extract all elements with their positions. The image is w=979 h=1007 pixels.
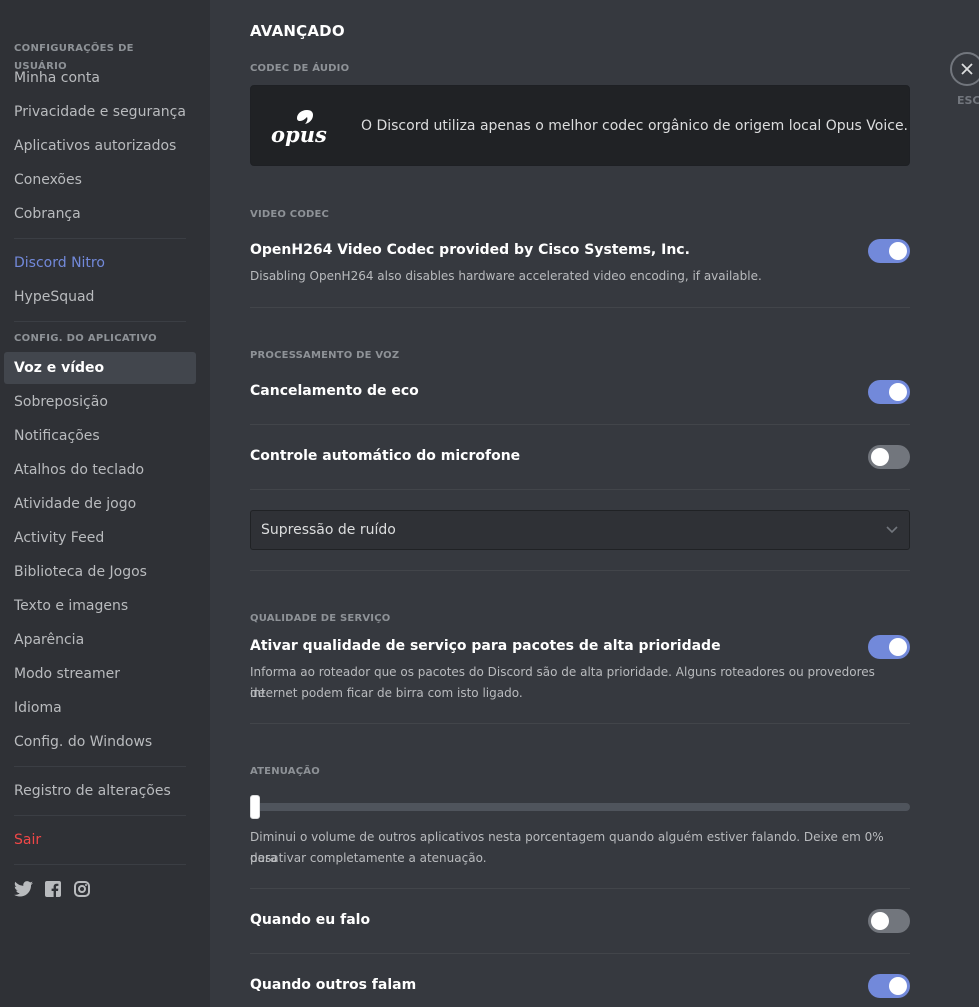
sidebar-item-game-activity[interactable]: Atividade de jogo bbox=[4, 488, 196, 520]
openh264-description: Disabling OpenH264 also disables hardwar… bbox=[250, 269, 762, 283]
when-i-speak-toggle[interactable] bbox=[868, 909, 910, 933]
sidebar-item-changelog[interactable]: Registro de alterações bbox=[4, 775, 196, 807]
sidebar-item-language[interactable]: Idioma bbox=[4, 692, 196, 724]
opus-description: O Discord utiliza apenas o melhor codec … bbox=[361, 117, 909, 134]
when-others-speak-label: Quando outros falam bbox=[250, 977, 417, 993]
sidebar-separator bbox=[14, 815, 186, 816]
voice-processing-header: PROCESSAMENTO DE VOZ bbox=[250, 350, 400, 361]
noise-suppression-select[interactable]: Supressão de ruído bbox=[250, 510, 910, 550]
echo-cancellation-toggle[interactable] bbox=[868, 380, 910, 404]
sidebar-item-hypesquad[interactable]: HypeSquad bbox=[4, 281, 196, 313]
close-esc-label: ESC bbox=[957, 94, 979, 107]
auto-gain-label: Controle automático do microfone bbox=[250, 448, 521, 464]
qos-title: Ativar qualidade de serviço para pacotes… bbox=[250, 638, 721, 654]
opus-logo-icon: opus bbox=[271, 109, 327, 146]
when-others-speak-toggle[interactable] bbox=[868, 974, 910, 998]
sidebar-item-connections[interactable]: Conexões bbox=[4, 164, 196, 196]
attenuation-slider-track[interactable] bbox=[250, 803, 910, 811]
openh264-toggle[interactable] bbox=[868, 239, 910, 263]
section-divider bbox=[250, 307, 910, 308]
audio-codec-header: CODEC DE ÁUDIO bbox=[250, 63, 350, 74]
qos-toggle[interactable] bbox=[868, 635, 910, 659]
sidebar-item-appearance[interactable]: Aparência bbox=[4, 624, 196, 656]
openh264-title: OpenH264 Video Codec provided by Cisco S… bbox=[250, 242, 690, 258]
settings-sidebar: CONFIGURAÇÕES DE USUÁRIO Minha conta Pri… bbox=[0, 0, 210, 1007]
section-divider bbox=[250, 570, 910, 571]
sidebar-item-windows-settings[interactable]: Config. do Windows bbox=[4, 726, 196, 758]
section-divider bbox=[250, 723, 910, 724]
noise-suppression-value: Supressão de ruído bbox=[261, 522, 396, 538]
twitter-icon[interactable] bbox=[14, 879, 33, 898]
sidebar-item-discord-nitro[interactable]: Discord Nitro bbox=[4, 247, 196, 279]
sidebar-separator bbox=[14, 766, 186, 767]
sidebar-item-activity-feed[interactable]: Activity Feed bbox=[4, 522, 196, 554]
sidebar-separator bbox=[14, 321, 186, 322]
sidebar-item-text-images[interactable]: Texto e imagens bbox=[4, 590, 196, 622]
echo-cancellation-label: Cancelamento de eco bbox=[250, 383, 419, 399]
sidebar-item-billing[interactable]: Cobrança bbox=[4, 198, 196, 230]
sidebar-item-my-account[interactable]: Minha conta bbox=[4, 62, 196, 94]
sidebar-item-keybinds[interactable]: Atalhos do teclado bbox=[4, 454, 196, 486]
chevron-down-icon bbox=[875, 526, 909, 534]
section-divider bbox=[250, 953, 910, 954]
close-icon bbox=[961, 63, 973, 75]
qos-description-line2: internet podem ficar de birra com isto l… bbox=[250, 686, 523, 700]
opus-info-box: opus O Discord utiliza apenas o melhor c… bbox=[250, 85, 910, 166]
sidebar-item-authorized-apps[interactable]: Aplicativos autorizados bbox=[4, 130, 196, 162]
instagram-icon[interactable] bbox=[72, 879, 91, 898]
when-i-speak-label: Quando eu falo bbox=[250, 912, 371, 928]
sidebar-separator bbox=[14, 864, 186, 865]
attenuation-slider-handle[interactable] bbox=[250, 795, 260, 819]
auto-gain-toggle[interactable] bbox=[868, 445, 910, 469]
sidebar-item-streamer-mode[interactable]: Modo streamer bbox=[4, 658, 196, 690]
social-links bbox=[4, 873, 196, 904]
facebook-icon[interactable] bbox=[43, 879, 62, 898]
section-divider bbox=[250, 489, 910, 490]
sidebar-item-overlay[interactable]: Sobreposição bbox=[4, 386, 196, 418]
video-codec-header: VIDEO CODEC bbox=[250, 209, 330, 220]
sidebar-separator bbox=[14, 238, 186, 239]
sidebar-item-privacy-safety[interactable]: Privacidade e segurança bbox=[4, 96, 196, 128]
sidebar-item-game-library[interactable]: Biblioteca de Jogos bbox=[4, 556, 196, 588]
sidebar-item-voice-video[interactable]: Voz e vídeo bbox=[4, 352, 196, 384]
attenuation-description-line2: desativar completamente a atenuação. bbox=[250, 851, 487, 865]
app-settings-header: CONFIG. DO APLICATIVO bbox=[14, 333, 157, 344]
sidebar-item-notifications[interactable]: Notificações bbox=[4, 420, 196, 452]
section-divider bbox=[250, 424, 910, 425]
sidebar-item-logout[interactable]: Sair bbox=[4, 824, 196, 856]
qos-header: QUALIDADE DE SERVIÇO bbox=[250, 613, 391, 624]
page-title: AVANÇADO bbox=[250, 22, 345, 40]
section-divider bbox=[250, 888, 910, 889]
user-settings-header: CONFIGURAÇÕES DE USUÁRIO bbox=[14, 43, 134, 72]
attenuation-header: ATENUAÇÃO bbox=[250, 766, 320, 777]
opus-logo-text: opus bbox=[271, 122, 327, 146]
close-button[interactable] bbox=[950, 52, 979, 86]
